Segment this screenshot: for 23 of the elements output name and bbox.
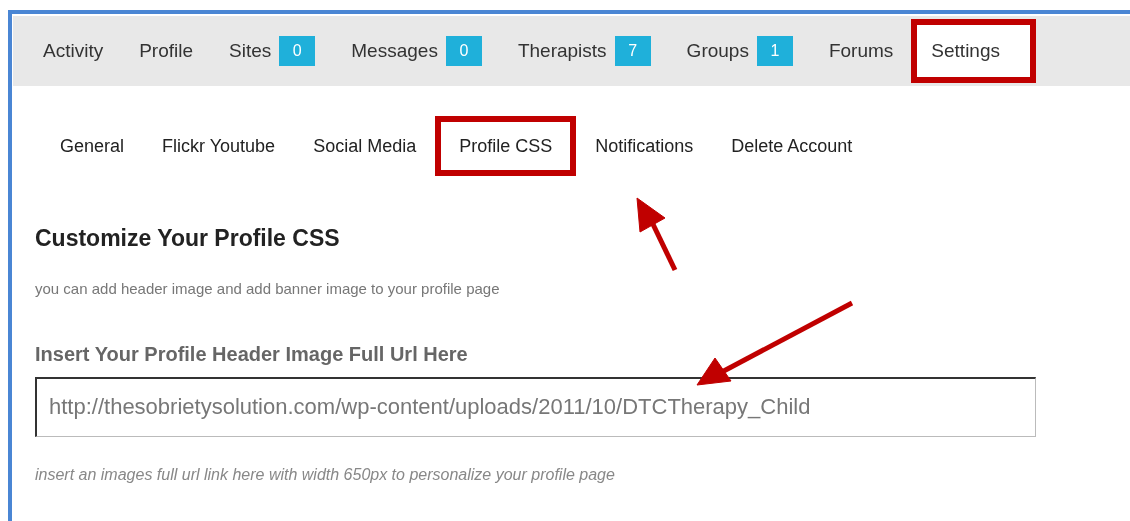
field-hint: insert an images full url link here with width 650px to personalize your profile page — [35, 464, 616, 485]
sub-tab[interactable]: Profile CSS — [435, 116, 577, 176]
count-badge: 7 — [614, 36, 651, 66]
sub-tab[interactable]: Flickr Youtube — [143, 132, 295, 160]
sub-tab[interactable]: Delete Account — [712, 132, 872, 160]
nav-tab[interactable]: Messages 0 — [333, 36, 500, 66]
sub-tab[interactable]: General — [41, 132, 144, 160]
url-input-field[interactable]: http://thesobrietysolution.com/wp-content/uploads/2011/10/DTCTherapy_Child — [35, 376, 1036, 437]
nav-tab[interactable]: Activity — [25, 36, 122, 66]
section-title: Customize Your Profile CSS — [35, 224, 341, 252]
count-badge: 0 — [445, 36, 482, 66]
section-description: you can add header image and add banner image to your profile page — [35, 279, 501, 299]
nav-tab[interactable]: Sites 0 — [211, 36, 334, 66]
field-label: Insert Your Profile Header Image Full Url Here — [35, 341, 469, 367]
count-badge: 1 — [756, 36, 793, 66]
sub-tab[interactable]: Social Media — [294, 132, 436, 160]
nav-tab[interactable]: Therapists 7 — [499, 36, 669, 66]
nav-tab[interactable]: Settings — [911, 19, 1036, 83]
count-badge: 0 — [279, 36, 316, 66]
sub-tab[interactable]: Notifications — [576, 132, 713, 160]
nav-tab[interactable]: Profile — [121, 36, 212, 66]
nav-tab[interactable]: Groups 1 — [668, 36, 811, 66]
nav-tab[interactable]: Forums — [810, 36, 912, 66]
